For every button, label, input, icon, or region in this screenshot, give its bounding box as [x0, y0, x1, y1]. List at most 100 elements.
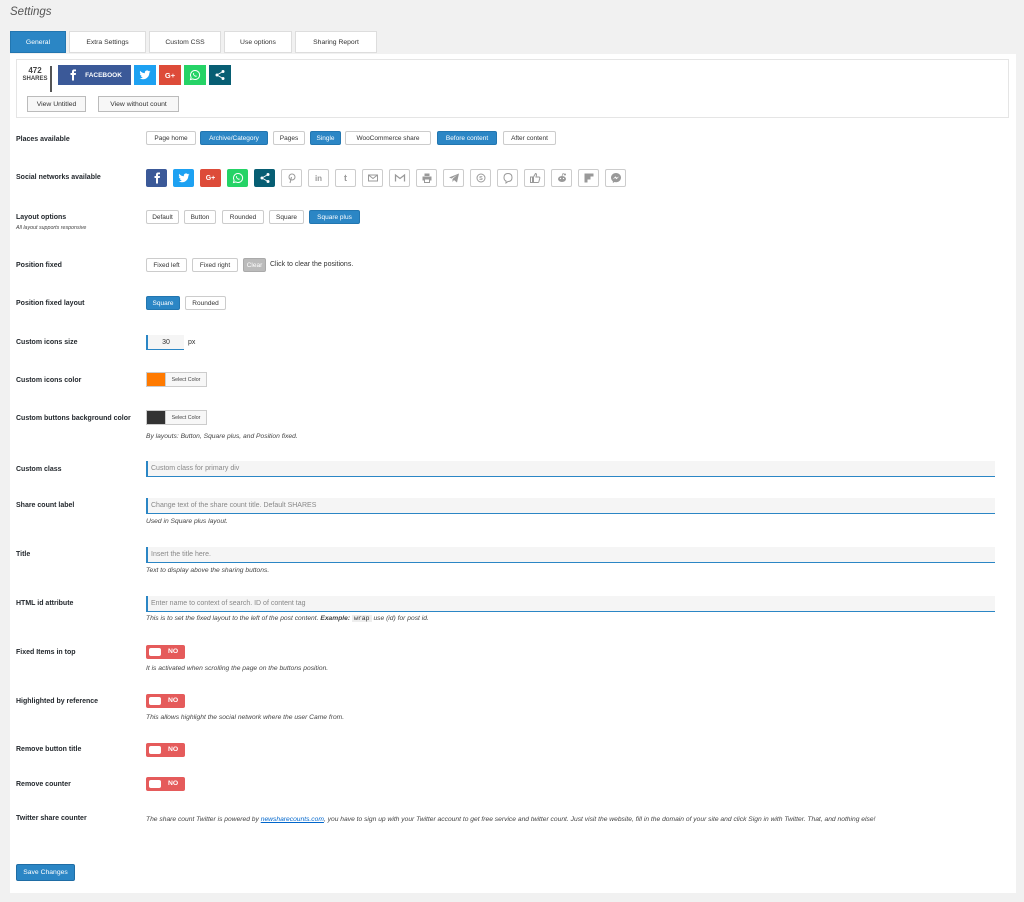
position-clear-button[interactable]: Clear: [243, 258, 266, 272]
layout-button[interactable]: Button: [184, 210, 216, 224]
layout-label: Layout options: [16, 213, 66, 223]
twitter-icon: [139, 69, 151, 81]
title-input[interactable]: Insert the title here.: [146, 547, 995, 563]
place-before-content[interactable]: Before content: [437, 131, 497, 145]
place-pages[interactable]: Pages: [273, 131, 305, 145]
email-icon: [367, 172, 379, 184]
remove-title-label: Remove button title: [16, 745, 81, 755]
linkedin-icon: in: [315, 174, 322, 183]
custom-class-input[interactable]: Custom class for primary div: [146, 461, 995, 477]
network-print[interactable]: [416, 169, 437, 187]
network-twitter[interactable]: [173, 169, 194, 187]
icons-color-swatch: [147, 373, 165, 386]
fixed-top-label: Fixed Items in top: [16, 648, 76, 658]
facebook-icon: [67, 69, 79, 81]
network-facebook[interactable]: [146, 169, 167, 187]
layout-square[interactable]: Square: [269, 210, 304, 224]
google-plus-icon: G+: [206, 175, 216, 182]
network-share[interactable]: [254, 169, 275, 187]
remove-title-toggle[interactable]: NO: [146, 743, 185, 757]
tab-sharing-report[interactable]: Sharing Report: [295, 31, 377, 53]
network-like[interactable]: [524, 169, 545, 187]
network-email[interactable]: [362, 169, 383, 187]
remove-counter-toggle[interactable]: NO: [146, 777, 185, 791]
network-pinterest[interactable]: [281, 169, 302, 187]
icons-size-unit: px: [188, 339, 195, 346]
whatsapp-icon: [232, 172, 244, 184]
tab-bar: General Extra Settings Custom CSS Use op…: [10, 31, 380, 53]
network-whatsapp[interactable]: [227, 169, 248, 187]
fixed-layout-square[interactable]: Square: [146, 296, 180, 310]
place-single[interactable]: Single: [310, 131, 341, 145]
preview-twitter-button[interactable]: [134, 65, 156, 85]
place-after-content[interactable]: After content: [503, 131, 556, 145]
icons-color-picker[interactable]: Select Color: [146, 372, 207, 387]
place-archive-category[interactable]: Archive/Category: [200, 131, 268, 145]
icons-size-input[interactable]: 30: [146, 335, 184, 350]
layout-default[interactable]: Default: [146, 210, 179, 224]
share-icon: [259, 172, 271, 184]
twitter-counter-pre: The share count Twitter is powered by: [146, 816, 259, 823]
place-woocommerce[interactable]: WooCommerce share: [345, 131, 431, 145]
buttons-bg-picker[interactable]: Select Color: [146, 410, 207, 425]
fixed-top-toggle[interactable]: NO: [146, 645, 185, 659]
view-without-count-button[interactable]: View without count: [98, 96, 179, 112]
networks-label: Social networks available: [16, 173, 101, 183]
network-viber[interactable]: [497, 169, 518, 187]
highlighted-help: This allows highlight the social network…: [146, 714, 344, 721]
icons-size-label: Custom icons size: [16, 338, 77, 348]
position-fixed-right[interactable]: Fixed right: [192, 258, 238, 272]
fixed-layout-rounded[interactable]: Rounded: [185, 296, 226, 310]
preview-google-plus-button[interactable]: G+: [159, 65, 181, 85]
twitter-counter-label: Twitter share counter: [16, 814, 87, 824]
facebook-icon: [151, 172, 163, 184]
highlighted-toggle[interactable]: NO: [146, 694, 185, 708]
network-reddit[interactable]: [551, 169, 572, 187]
toggle-knob: [149, 780, 161, 788]
network-skype[interactable]: S: [470, 169, 491, 187]
twitter-counter-post: , you have to sign up with your Twitter …: [324, 816, 876, 823]
html-id-input[interactable]: Enter name to context of search. ID of c…: [146, 596, 995, 612]
share-count-label-input[interactable]: Change text of the share count title. De…: [146, 498, 995, 514]
network-gmail[interactable]: [389, 169, 410, 187]
preview-box: 472 SHARES FACEBOOK G+ View Untitled Vie…: [16, 59, 1009, 118]
title-help: Text to display above the sharing button…: [146, 567, 269, 574]
viber-icon: [502, 172, 514, 184]
title-label: Title: [16, 550, 30, 560]
position-fixed-left[interactable]: Fixed left: [146, 258, 187, 272]
html-id-help-text: This is to set the fixed layout to the l…: [146, 615, 319, 622]
network-google-plus[interactable]: G+: [200, 169, 221, 187]
tab-extra-settings[interactable]: Extra Settings: [69, 31, 146, 53]
share-count-label-title: Share count label: [16, 501, 74, 511]
network-telegram[interactable]: [443, 169, 464, 187]
tumblr-icon: t: [344, 173, 347, 183]
network-messenger[interactable]: [605, 169, 626, 187]
newsharecounts-link[interactable]: newsharecounts.com: [261, 816, 324, 823]
html-id-label: HTML id attribute: [16, 599, 73, 609]
tab-use-options[interactable]: Use options: [224, 31, 292, 53]
preview-facebook-button[interactable]: FACEBOOK: [58, 65, 131, 85]
page-title: Settings: [10, 6, 52, 18]
tab-general[interactable]: General: [10, 31, 66, 53]
preview-share-button[interactable]: [209, 65, 231, 85]
share-count: 472 SHARES: [20, 66, 52, 92]
buttons-bg-select-label: Select Color: [165, 411, 206, 424]
network-flipboard[interactable]: [578, 169, 599, 187]
messenger-icon: [610, 172, 622, 184]
network-tumblr[interactable]: t: [335, 169, 356, 187]
places-label: Places available: [16, 135, 70, 145]
preview-whatsapp-button[interactable]: [184, 65, 206, 85]
toggle-text: NO: [168, 745, 178, 755]
facebook-label: FACEBOOK: [85, 72, 122, 79]
pinterest-icon: [286, 172, 298, 184]
layout-rounded[interactable]: Rounded: [222, 210, 264, 224]
tab-custom-css[interactable]: Custom CSS: [149, 31, 221, 53]
toggle-knob: [149, 697, 161, 705]
network-linkedin[interactable]: in: [308, 169, 329, 187]
view-untitled-button[interactable]: View Untitled: [27, 96, 86, 112]
place-page-home[interactable]: Page home: [146, 131, 196, 145]
toggle-knob: [149, 648, 161, 656]
remove-counter-label: Remove counter: [16, 780, 71, 790]
layout-square-plus[interactable]: Square plus: [309, 210, 360, 224]
save-changes-button[interactable]: Save Changes: [16, 864, 75, 881]
